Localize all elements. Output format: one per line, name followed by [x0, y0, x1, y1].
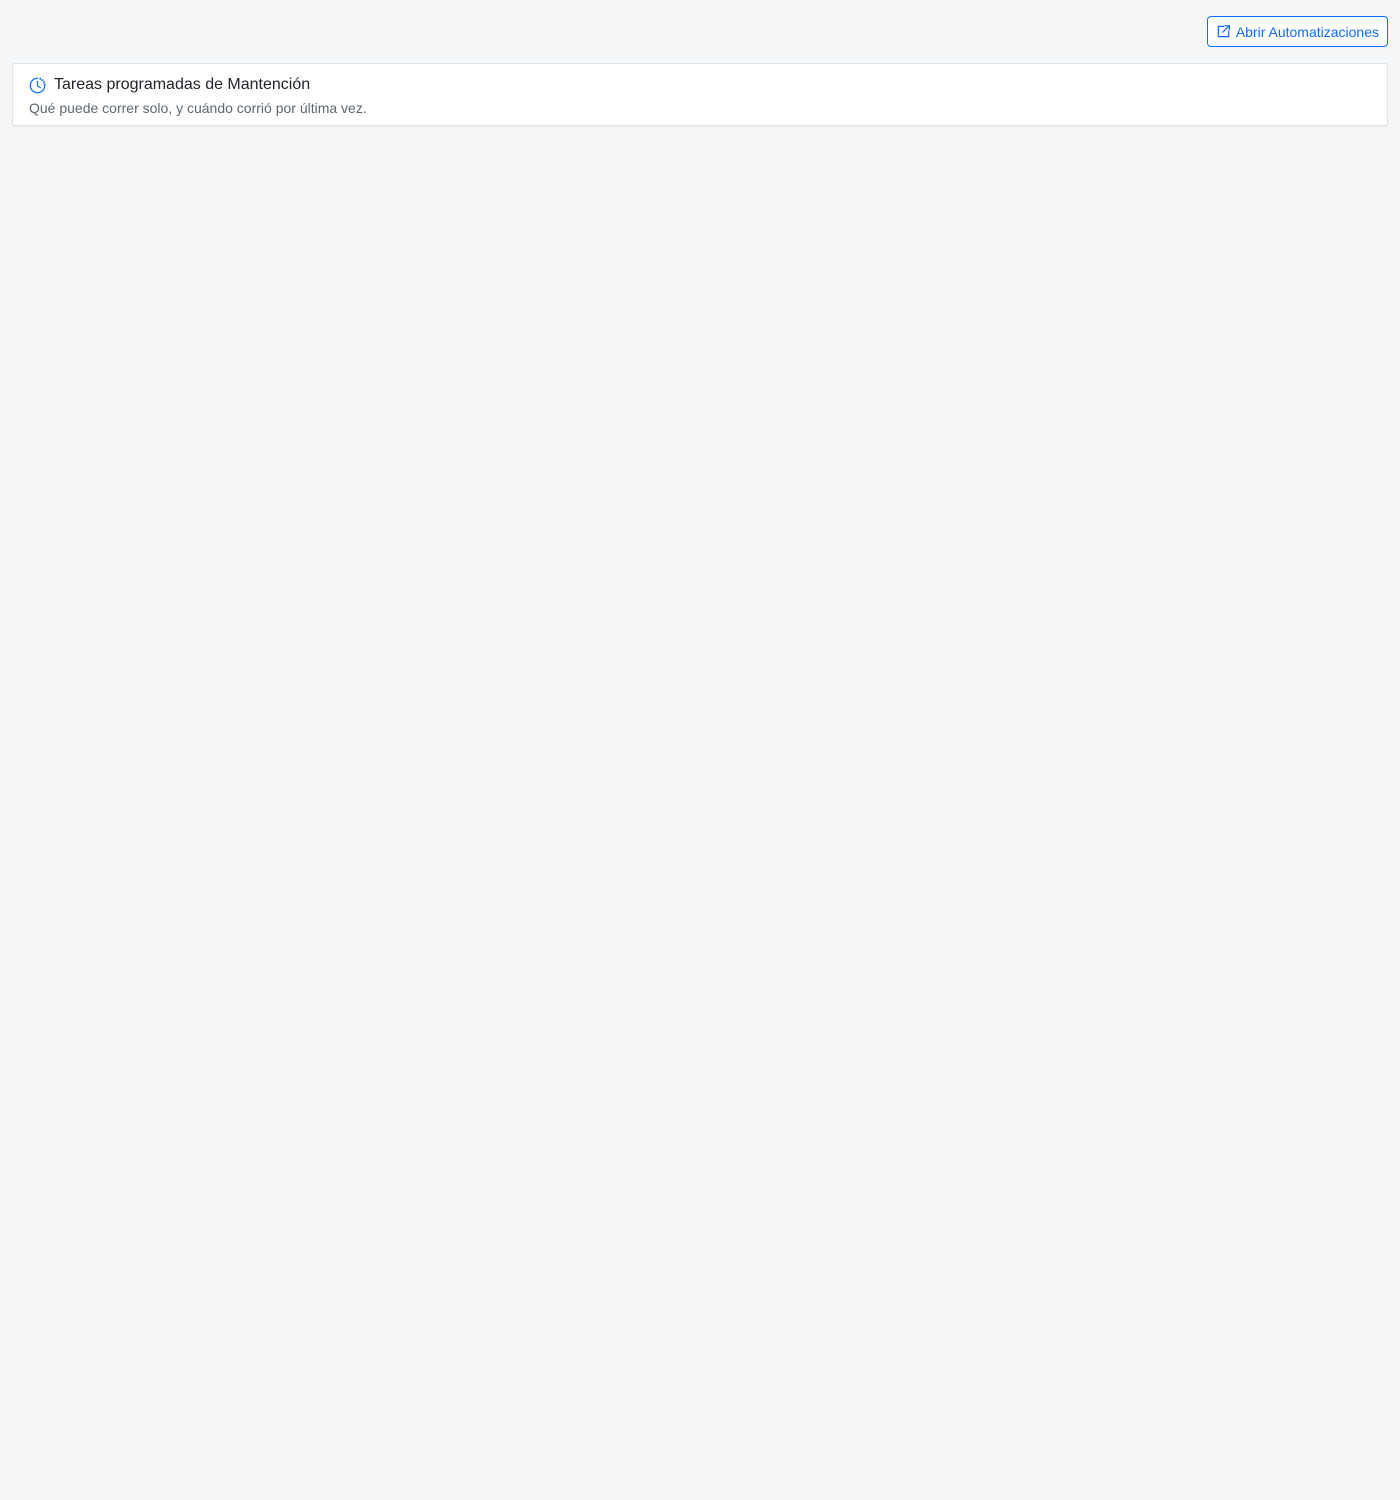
open-automations-button[interactable]: Abrir Automatizaciones — [1206, 16, 1388, 47]
external-link-icon — [1216, 24, 1231, 39]
scheduled-tasks-card: Tareas programadas de Mantención Qué pue… — [12, 63, 1388, 126]
toolbar: Abrir Automatizaciones — [1206, 16, 1388, 47]
open-automations-label: Abrir Automatizaciones — [1235, 23, 1379, 40]
card-title: Tareas programadas de Mantención — [54, 76, 311, 93]
card-header: Tareas programadas de Mantención — [29, 75, 1371, 95]
clock-icon — [29, 77, 46, 94]
card-subtitle: Qué puede correr solo, y cuándo corrió p… — [29, 100, 367, 116]
